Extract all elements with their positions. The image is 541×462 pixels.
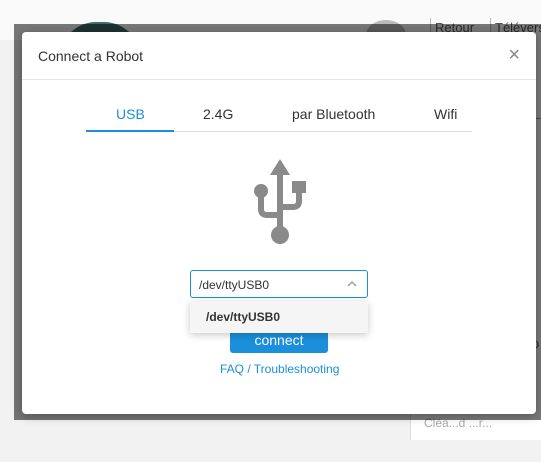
connect-robot-dialog: Connect a Robot × USB 2.4G par Bluetooth… bbox=[22, 32, 536, 414]
active-tab-indicator bbox=[86, 130, 174, 132]
tab-bluetooth[interactable]: par Bluetooth bbox=[292, 106, 375, 122]
close-button[interactable]: × bbox=[508, 44, 520, 66]
tab-usb[interactable]: USB bbox=[116, 106, 145, 122]
port-dropdown-menu: /dev/ttyUSB0 bbox=[190, 301, 368, 333]
port-select[interactable]: /dev/ttyUSB0 bbox=[190, 270, 368, 298]
usb-icon bbox=[254, 159, 306, 244]
tab-2-4g[interactable]: 2.4G bbox=[203, 106, 233, 122]
dialog-title: Connect a Robot bbox=[38, 48, 144, 64]
chevron-up-icon bbox=[347, 281, 357, 287]
connection-tabs: USB 2.4G par Bluetooth Wifi bbox=[86, 98, 472, 132]
tab-wifi[interactable]: Wifi bbox=[434, 106, 457, 122]
port-select-value: /dev/ttyUSB0 bbox=[199, 278, 270, 292]
port-option[interactable]: /dev/ttyUSB0 bbox=[190, 301, 368, 333]
dialog-header: Connect a Robot × bbox=[22, 32, 536, 80]
faq-troubleshooting-link[interactable]: FAQ / Troubleshooting bbox=[220, 362, 339, 376]
